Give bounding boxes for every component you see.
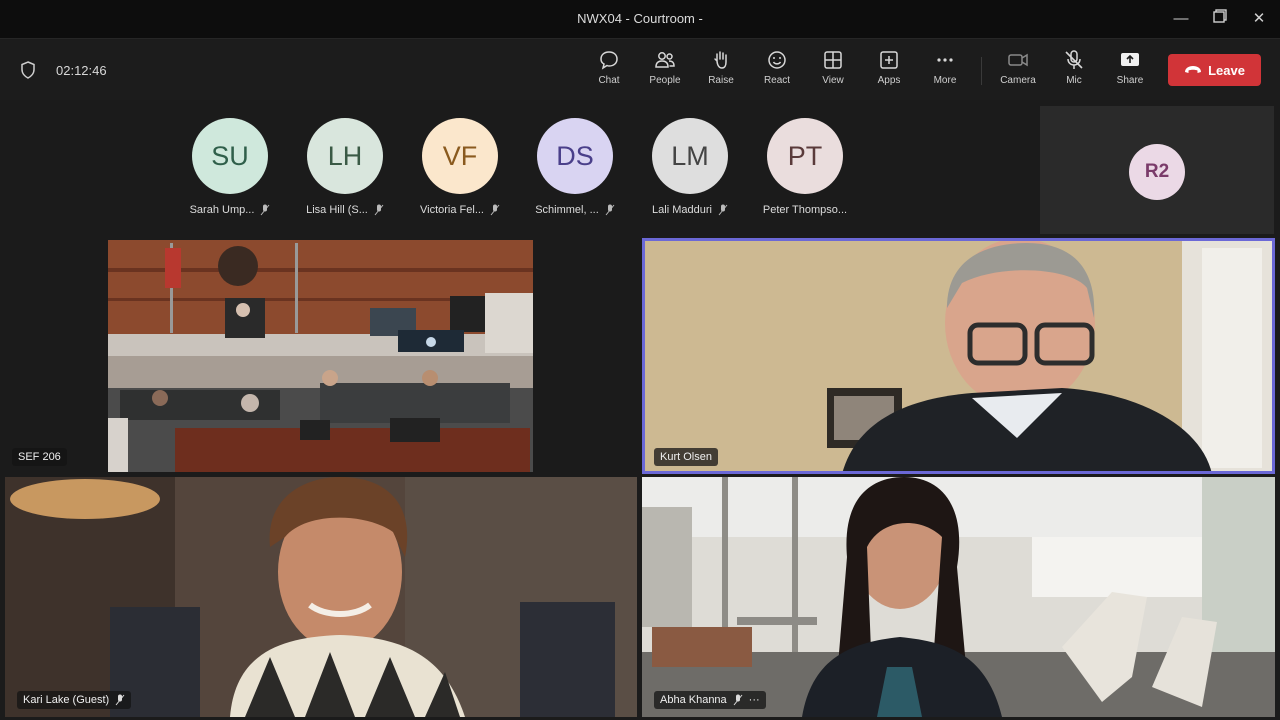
meeting-toolbar: 02:12:46 Chat People Raise React View Ap…: [0, 38, 1280, 100]
raise-hand-icon: [714, 51, 727, 69]
avatar: DS: [537, 118, 613, 194]
people-label: People: [649, 75, 681, 86]
apps-button[interactable]: Apps: [865, 49, 913, 93]
participant-schimmel[interactable]: DS Schimmel, ...: [510, 118, 640, 216]
raise-label: Raise: [708, 75, 734, 86]
mic-label: Mic: [1066, 75, 1082, 86]
participant-victoria[interactable]: VF Victoria Fel...: [395, 118, 525, 216]
leave-label: Leave: [1208, 62, 1245, 78]
mic-off-icon: [490, 204, 500, 216]
camera-off-icon: [1008, 53, 1028, 67]
mic-off-icon: [115, 694, 125, 706]
mic-off-icon: [261, 204, 270, 216]
more-button[interactable]: More: [921, 49, 969, 93]
tile-name-tag: Kurt Olsen: [654, 448, 718, 466]
participant-name: Lali Madduri: [652, 204, 712, 216]
avatar: SU: [192, 118, 268, 194]
window-title: NWX04 - Courtroom -: [577, 11, 703, 26]
mic-off-icon: [374, 204, 384, 216]
mic-off-icon: [605, 204, 615, 216]
apps-label: Apps: [877, 75, 901, 86]
share-button[interactable]: Share: [1106, 49, 1154, 93]
mic-off-icon: [1065, 50, 1083, 69]
phone-hangup-icon: [1185, 66, 1202, 73]
tile-name: Kurt Olsen: [660, 451, 712, 463]
more-icon: [937, 58, 953, 62]
mic-off-icon: [718, 204, 728, 216]
participant-lisa[interactable]: LH Lisa Hill (S...: [280, 118, 410, 216]
participant-name: Sarah Ump...: [189, 204, 255, 216]
participant-sarah[interactable]: SU Sarah Ump...: [165, 118, 295, 216]
toolbar-divider: [981, 57, 982, 85]
meeting-stage: SU Sarah Ump... LH Lisa Hill (S... VF Vi…: [0, 100, 1280, 720]
tile-name: SEF 206: [18, 451, 61, 463]
react-icon: [768, 51, 786, 69]
avatar: LH: [307, 118, 383, 194]
minimize-icon[interactable]: —: [1170, 8, 1192, 30]
participant-name: Lisa Hill (S...: [306, 204, 368, 216]
tile-name-tag: Kari Lake (Guest): [17, 691, 132, 709]
chat-button[interactable]: Chat: [585, 49, 633, 93]
view-icon: [824, 51, 842, 69]
avatar: PT: [767, 118, 843, 194]
speaker-video: [642, 238, 1275, 474]
camera-button[interactable]: Camera: [994, 49, 1042, 93]
guest-video: [5, 477, 637, 717]
chat-icon: [600, 51, 618, 70]
more-options-icon[interactable]: ···: [749, 694, 760, 706]
close-icon[interactable]: ✕: [1248, 8, 1270, 30]
share-label: Share: [1116, 75, 1144, 86]
participant-name: Peter Thompso...: [762, 204, 848, 216]
participant-lali[interactable]: LM Lali Madduri: [625, 118, 755, 216]
video-tile-guest[interactable]: Kari Lake (Guest): [5, 477, 637, 717]
participant-peter[interactable]: PT Peter Thompso...: [740, 118, 870, 216]
title-bar: NWX04 - Courtroom - — ✕: [0, 0, 1280, 38]
raise-hand-button[interactable]: Raise: [697, 49, 745, 93]
participant-name: Victoria Fel...: [420, 204, 484, 216]
avatar: LM: [652, 118, 728, 194]
tile-name: Abha Khanna: [660, 694, 727, 706]
participant-name: Schimmel, ...: [535, 204, 599, 216]
tile-name: Kari Lake (Guest): [23, 694, 110, 706]
maximize-icon[interactable]: [1209, 8, 1231, 30]
react-button[interactable]: React: [753, 49, 801, 93]
mic-button[interactable]: Mic: [1050, 49, 1098, 93]
video-tile-speaker[interactable]: Kurt Olsen: [642, 238, 1275, 474]
camera-label: Camera: [1000, 75, 1036, 86]
view-button[interactable]: View: [809, 49, 857, 93]
overflow-participants[interactable]: R2: [1040, 106, 1274, 234]
video-tile-attorney[interactable]: Abha Khanna ···: [642, 477, 1275, 717]
people-icon: [655, 52, 675, 68]
react-label: React: [763, 75, 791, 86]
shield-icon: [21, 61, 35, 79]
participant-roster: SU Sarah Ump... LH Lisa Hill (S... VF Vi…: [0, 100, 1035, 230]
avatar: R2: [1129, 144, 1185, 200]
tile-name-tag: Abha Khanna ···: [654, 691, 766, 709]
mic-off-icon: [733, 694, 743, 706]
share-icon: [1121, 53, 1139, 66]
view-label: View: [822, 75, 844, 86]
attorney-video: [642, 477, 1275, 717]
tile-name-tag: SEF 206: [12, 448, 67, 466]
apps-icon: [880, 51, 898, 69]
courtroom-video: [108, 240, 533, 472]
leave-button[interactable]: Leave: [1168, 54, 1261, 86]
chat-label: Chat: [598, 75, 620, 86]
people-button[interactable]: People: [641, 49, 689, 93]
more-label: More: [933, 75, 957, 86]
meeting-timer: 02:12:46: [56, 63, 107, 78]
avatar: VF: [422, 118, 498, 194]
video-tile-courtroom[interactable]: SEF 206: [0, 238, 535, 474]
